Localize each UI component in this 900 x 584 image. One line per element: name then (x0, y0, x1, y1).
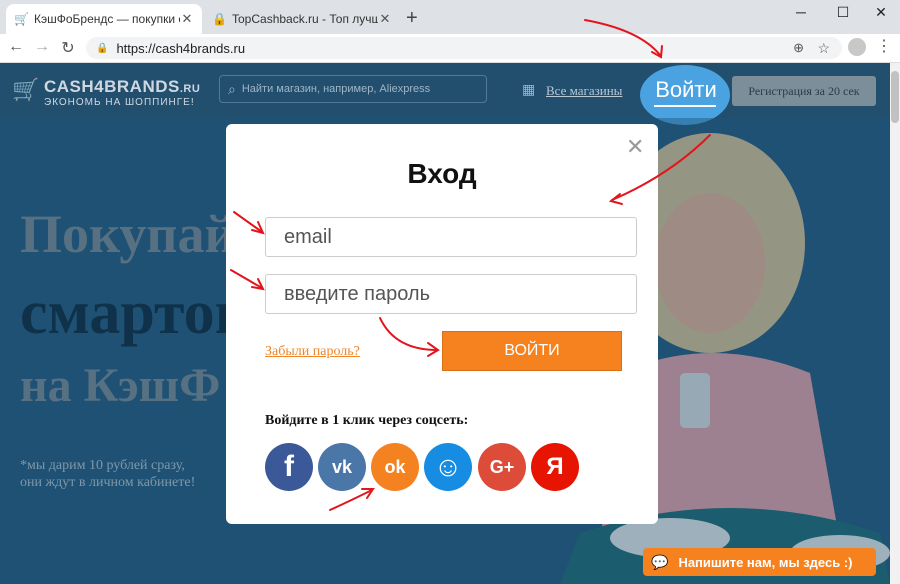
forgot-password-link[interactable]: Забыли пароль? (265, 344, 360, 360)
menu-kebab-icon[interactable]: ⋮ (876, 36, 892, 56)
search-icon: ⌕ (228, 80, 236, 97)
page-scrollbar[interactable] (890, 63, 900, 584)
bookmark-star-icon[interactable]: ☆ (817, 40, 830, 57)
close-icon[interactable]: ✕ (626, 136, 644, 158)
scrollbar-thumb[interactable] (891, 71, 899, 123)
search-placeholder: Найти магазин, например, Aliexpress (241, 83, 431, 95)
login-submit-button[interactable]: ВОЙТИ (442, 331, 622, 371)
url-text: https://cash4brands.ru (116, 40, 246, 56)
forward-icon[interactable]: → (32, 38, 52, 56)
modal-title: Вход (407, 158, 477, 189)
chat-bubble-icon: 💬 (651, 553, 669, 570)
tab-strip: 🛒 КэшФоБрендс — покупки с кэш ✕ 🔒 TopCas… (0, 0, 900, 34)
mailru-icon[interactable]: ☺ (424, 443, 472, 491)
new-tab-button[interactable]: + (406, 8, 418, 28)
header-login-button[interactable]: Войти (648, 77, 724, 103)
social-login-label: Войдите в 1 клик через соцсеть: (265, 413, 469, 428)
minimize-button[interactable]: ─ (786, 4, 816, 20)
tab-topcashback[interactable]: 🔒 TopCashback.ru - Топ лучших кэ ✕ (204, 4, 400, 34)
browser-toolbar: ← → ↻ 🔒 https://cash4brands.ru ⊕ ☆ (0, 34, 900, 63)
tab-close-icon[interactable]: ✕ (180, 11, 194, 27)
google-plus-icon[interactable]: G+ (478, 443, 526, 491)
tab-title: TopCashback.ru - Топ лучших кэ (232, 12, 378, 26)
back-icon[interactable]: ← (6, 38, 26, 56)
chat-widget-button[interactable]: 💬 Напишите нам, мы здесь :) (643, 548, 876, 576)
all-stores-link[interactable]: Все магазины (546, 83, 622, 99)
reload-icon[interactable]: ↻ (58, 38, 78, 58)
address-bar[interactable]: 🔒 https://cash4brands.ru ⊕ ☆ (86, 37, 842, 59)
lock-icon: 🔒 (212, 12, 227, 26)
vk-icon[interactable]: vk (318, 443, 366, 491)
logo-tagline: ЭКОНОМЬ НА ШОППИНГЕ! (44, 97, 195, 108)
cart-icon: 🛒 (14, 12, 29, 26)
login-modal: ✕ Вход Забыли пароль? ВОЙТИ Войдите в 1 … (226, 124, 658, 524)
tab-close-icon[interactable]: ✕ (378, 11, 392, 27)
profile-avatar[interactable] (848, 38, 866, 56)
odnoklassniki-icon[interactable]: ok (371, 443, 419, 491)
maximize-button[interactable]: ☐ (828, 4, 858, 21)
site-header: 🛒 CASH4BRANDS.RU ЭКОНОМЬ НА ШОППИНГЕ! ⌕ … (0, 63, 890, 125)
tab-cash4brands[interactable]: 🛒 КэшФоБрендс — покупки с кэш ✕ (6, 4, 202, 34)
cart-logo-icon: 🛒 (12, 77, 40, 102)
secure-lock-icon: 🔒 (96, 42, 109, 54)
email-field[interactable] (265, 217, 637, 257)
chat-label: Напишите нам, мы здесь :) (678, 554, 853, 570)
register-button[interactable]: Регистрация за 20 сек (732, 76, 876, 106)
zoom-icon[interactable]: ⊕ (793, 40, 804, 56)
close-window-button[interactable]: ✕ (866, 4, 896, 21)
yandex-icon[interactable]: Я (531, 443, 579, 491)
password-field[interactable] (265, 274, 637, 314)
store-search-input[interactable]: ⌕ Найти магазин, например, Aliexpress (219, 75, 487, 103)
facebook-icon[interactable]: f (265, 443, 313, 491)
store-grid-icon: ▦ (522, 81, 536, 97)
login-underline (654, 105, 716, 107)
tab-title: КэшФоБрендс — покупки с кэш (34, 12, 180, 26)
site-logo[interactable]: CASH4BRANDS.RU (44, 77, 200, 97)
